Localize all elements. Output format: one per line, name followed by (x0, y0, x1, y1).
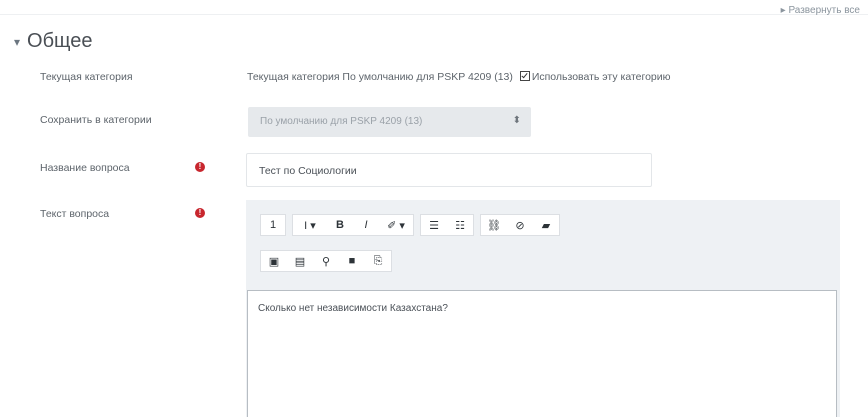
ordered-list-icon[interactable]: ☷ (447, 219, 473, 232)
current-category-label: Текущая категория (40, 71, 133, 83)
microphone-icon[interactable]: ⚲ (313, 255, 339, 268)
editor-toolbar-row-1: 1 I ▾ B I ✐ ▾ ☰ ☷ ⛓ ⊘ ▰ (260, 214, 566, 236)
question-name-input[interactable]: Тест по Социологии (246, 153, 652, 187)
unlink-icon[interactable]: ⊘ (507, 219, 533, 232)
media-plugin-icon[interactable]: ▰ (533, 219, 559, 232)
use-category-checkbox[interactable] (519, 71, 530, 81)
use-category-label[interactable]: Использовать эту категорию (532, 71, 671, 83)
required-icon: ! (195, 208, 205, 218)
italic-button[interactable]: I (353, 219, 379, 231)
select-arrow-icon: ⬍ (512, 115, 521, 126)
image-icon[interactable]: ▣ (261, 255, 287, 268)
media-icon[interactable]: ▤ (287, 255, 313, 268)
current-category-value: Текущая категория По умолчанию для PSKP … (247, 71, 671, 83)
required-icon: ! (195, 162, 205, 172)
list-group: ☰ ☷ (420, 214, 474, 236)
question-text-label: Текст вопроса (40, 208, 110, 220)
insert-media-group: ▣ ▤ ⚲ ■ ⎘ (260, 250, 392, 272)
link-group: ⛓ ⊘ ▰ (480, 214, 560, 236)
top-bar (0, 0, 868, 15)
video-icon[interactable]: ■ (339, 255, 365, 267)
expand-all-link[interactable]: ▸ Развернуть все (781, 5, 860, 16)
text-color-button[interactable]: ✐ ▾ (379, 219, 413, 232)
manage-files-icon[interactable]: ⎘ (365, 255, 391, 268)
save-category-select[interactable]: По умолчанию для PSKP 4209 (13) ⬍ (248, 107, 531, 137)
save-category-label: Сохранить в категории (40, 114, 152, 126)
editor-toolbar-row-2: ▣ ▤ ⚲ ■ ⎘ (260, 250, 398, 272)
text-editor: 1 I ▾ B I ✐ ▾ ☰ ☷ ⛓ ⊘ ▰ ▣ ▤ ⚲ ■ ⎘ Скольк… (246, 200, 840, 417)
unordered-list-icon[interactable]: ☰ (421, 219, 447, 232)
section-header[interactable]: ▾ Общее (14, 30, 93, 53)
collapse-caret-icon[interactable]: ▾ (14, 35, 20, 49)
bold-button[interactable]: B (327, 219, 353, 231)
question-name-label: Название вопроса (40, 162, 130, 174)
editor-content-text: Сколько нет независимости Казахстана? (258, 303, 448, 314)
heading-dropdown-button[interactable]: I ▾ (293, 219, 327, 232)
paragraph-style-button[interactable]: 1 (260, 214, 286, 236)
question-name-value: Тест по Социологии (259, 165, 357, 177)
section-title: Общее (27, 30, 93, 52)
save-category-value: По умолчанию для PSKP 4209 (13) (260, 116, 423, 127)
editor-content-area[interactable]: Сколько нет независимости Казахстана? (247, 290, 837, 417)
current-category-text: Текущая категория По умолчанию для PSKP … (247, 71, 513, 83)
link-icon[interactable]: ⛓ (481, 219, 507, 232)
text-format-group: I ▾ B I ✐ ▾ (292, 214, 414, 236)
